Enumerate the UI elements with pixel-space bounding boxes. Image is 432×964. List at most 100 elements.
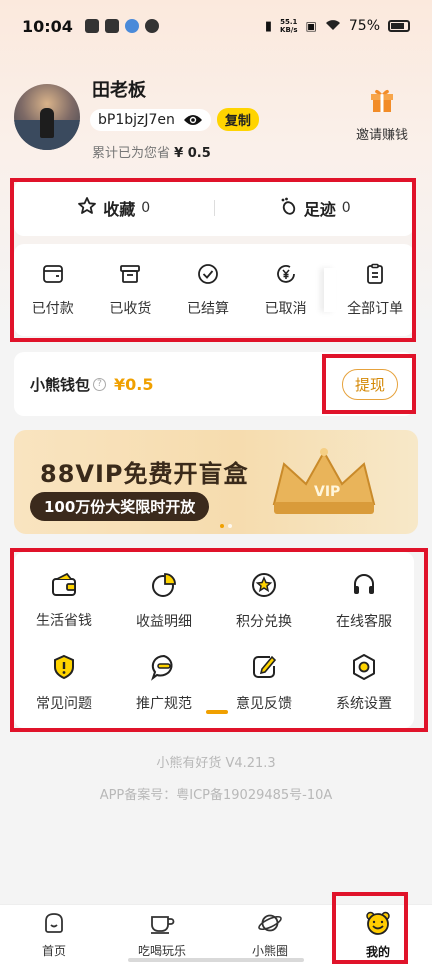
tool-label: 在线客服 <box>336 614 392 630</box>
favorites-label: 收藏 <box>103 200 136 219</box>
tab-mine[interactable]: 我的 <box>324 905 432 964</box>
bear-face-icon <box>365 910 391 939</box>
username: 田老板 <box>92 80 146 101</box>
banner-pagination <box>220 524 232 528</box>
invite-code-pill: bP1bjzJ7en <box>90 108 211 131</box>
tool-label: 系统设置 <box>336 696 392 712</box>
tab-label: 首页 <box>41 943 66 958</box>
withdraw-button[interactable]: 提现 <box>341 368 398 400</box>
pagination-dot <box>228 524 232 528</box>
invite-code: bP1bjzJ7en <box>98 111 175 128</box>
tab-label: 我的 <box>365 944 390 959</box>
battery-icon <box>388 20 410 32</box>
favorites-button[interactable]: 收藏 0 <box>14 196 214 220</box>
help-icon[interactable]: ? <box>93 377 107 391</box>
order-label: 全部订单 <box>347 301 404 317</box>
tool-label: 收益明细 <box>136 614 192 630</box>
saved-amount: ¥ 0.5 <box>174 146 211 161</box>
wallet-card-icon <box>50 572 78 602</box>
tab-home[interactable]: 首页 <box>0 905 108 964</box>
tool-points-exchange[interactable]: 积分兑换 <box>214 560 314 642</box>
wallet-title: 小熊钱包 <box>30 375 91 394</box>
app-version: 小熊有好货 V4.21.3 <box>156 756 276 771</box>
app-notification-icon <box>84 19 99 33</box>
app-notification-icon <box>104 19 119 33</box>
eye-icon[interactable] <box>183 113 203 127</box>
tool-customer-service[interactable]: 在线客服 <box>314 560 414 642</box>
tools-page-indicator <box>206 710 228 714</box>
planet-icon <box>257 911 283 938</box>
tool-label: 生活省钱 <box>36 613 92 629</box>
footprints-count: 0 <box>341 200 351 216</box>
bottom-tab-bar: 首页 吃喝玩乐 小熊圈 我的 <box>0 904 432 964</box>
vip-banner[interactable]: 88VIP免费开盲盒 100万份大奖限时开放 VIP <box>14 430 418 534</box>
app-notification-icon <box>124 19 139 33</box>
banner-title: 88VIP免费开盲盒 <box>40 460 249 488</box>
order-settled[interactable]: 已结算 <box>169 262 247 318</box>
tool-promotion-rules[interactable]: 推广规范 <box>114 642 214 724</box>
check-circle-icon <box>196 262 220 290</box>
order-separator <box>324 268 337 312</box>
status-time: 10:04 <box>22 16 73 36</box>
order-label: 已收货 <box>109 301 152 317</box>
footprints-button[interactable]: 足迹 0 <box>215 196 415 220</box>
invite-code-row: bP1bjzJ7en 复制 <box>90 108 259 131</box>
vibrate-icon: ▮ <box>264 18 273 34</box>
tool-faq[interactable]: 常见问题 <box>14 642 114 724</box>
star-icon <box>77 196 97 220</box>
wallet-amount: ¥0.5 <box>114 374 154 394</box>
order-cancelled[interactable]: 已取消 <box>247 262 325 318</box>
order-label: 已结算 <box>186 301 229 317</box>
wechat-icon <box>144 19 159 33</box>
tool-feedback[interactable]: 意见反馈 <box>214 642 314 724</box>
wallet-card: 小熊钱包 ? ¥0.5 提现 <box>14 352 414 416</box>
tab-label: 吃喝玩乐 <box>137 943 186 958</box>
status-notification-icons <box>84 19 159 33</box>
headset-icon <box>350 571 378 603</box>
home-indicator <box>128 958 304 962</box>
settings-icon <box>350 653 378 685</box>
footprints-label: 足迹 <box>303 200 336 219</box>
sim-icon: ▣ <box>305 19 317 33</box>
tab-bear-circle[interactable]: 小熊圈 <box>216 905 324 964</box>
icp-record: APP备案号：粤ICP备19029485号-10A <box>99 788 333 803</box>
battery-percent: 75% <box>348 18 380 34</box>
status-right-icons: ▮ 55.1 KB/s ▣ 75% <box>265 17 410 35</box>
tools-grid: 生活省钱 收益明细 积分兑换 在线客服 常见问题 推广规范 意见反馈 系统设置 <box>14 552 414 728</box>
tool-life-saving[interactable]: 生活省钱 <box>14 560 114 642</box>
shield-exclamation-icon <box>50 653 78 685</box>
order-all[interactable]: 全部订单 <box>336 262 414 318</box>
favorites-footprints-card: 收藏 0 足迹 0 <box>14 180 414 236</box>
crown-vip-text: VIP <box>314 484 340 500</box>
gift-box-icon <box>367 89 397 120</box>
wallet-icon <box>41 262 65 290</box>
avatar[interactable] <box>14 84 80 150</box>
tab-food-fun[interactable]: 吃喝玩乐 <box>108 905 216 964</box>
saved-amount-text: 累计已为您省 ¥ 0.5 <box>92 142 211 161</box>
message-icon <box>150 653 178 685</box>
star-coin-icon <box>250 571 278 603</box>
crown-icon: VIP <box>272 448 376 514</box>
net-speed-unit: KB/s <box>280 26 298 34</box>
banner-subtitle: 100万份大奖限时开放 <box>30 492 210 521</box>
order-paid[interactable]: 已付款 <box>14 262 92 318</box>
favorites-count: 0 <box>141 200 151 216</box>
saved-prefix: 累计已为您省 <box>92 146 171 161</box>
tool-earnings[interactable]: 收益明细 <box>114 560 214 642</box>
copy-button[interactable]: 复制 <box>216 108 259 131</box>
net-speed: 55.1 KB/s <box>280 18 297 34</box>
yen-cancel-icon <box>274 262 298 290</box>
avatar-photo-figure <box>40 108 54 138</box>
status-bar: 10:04 ▮ 55.1 KB/s ▣ 75% <box>0 0 432 52</box>
box-icon <box>118 262 142 290</box>
clipboard-icon <box>363 262 387 290</box>
edit-icon <box>250 653 278 685</box>
home-icon <box>42 911 66 938</box>
order-label: 已付款 <box>31 301 74 317</box>
order-label: 已取消 <box>264 301 307 317</box>
tool-settings[interactable]: 系统设置 <box>314 642 414 724</box>
order-received[interactable]: 已收货 <box>92 262 170 318</box>
pie-chart-icon <box>150 571 178 603</box>
tool-label: 常见问题 <box>36 696 92 712</box>
invite-earn-button[interactable]: 邀请赚钱 <box>350 86 414 143</box>
